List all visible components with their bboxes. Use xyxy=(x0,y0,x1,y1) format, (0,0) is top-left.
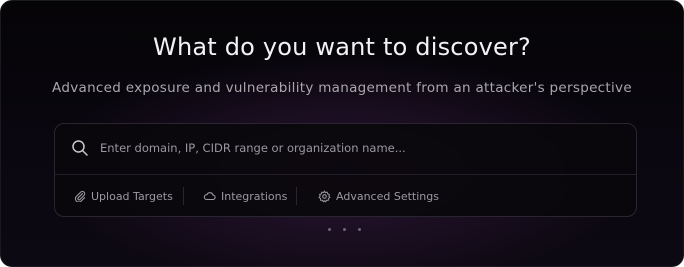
page-title: What do you want to discover? xyxy=(153,33,531,61)
integrations-button[interactable]: Integrations xyxy=(203,188,287,204)
advanced-settings-button[interactable]: Advanced Settings xyxy=(318,188,439,204)
gear-icon xyxy=(318,190,331,202)
cloud-icon xyxy=(203,192,216,201)
action-divider xyxy=(183,187,184,205)
carousel-dot[interactable] xyxy=(328,228,331,231)
search-row[interactable] xyxy=(55,124,636,175)
discover-panel: What do you want to discover? Advanced e… xyxy=(0,0,684,267)
page-subtitle: Advanced exposure and vulnerability mana… xyxy=(52,80,632,96)
action-divider xyxy=(296,187,297,205)
search-actions: Upload Targets Integrations Advanced Set… xyxy=(55,175,636,217)
search-card: Upload Targets Integrations Advanced Set… xyxy=(54,123,637,217)
integrations-label: Integrations xyxy=(221,189,288,203)
carousel-dot[interactable] xyxy=(358,228,361,231)
carousel-dot[interactable] xyxy=(343,228,346,231)
search-icon xyxy=(72,140,88,156)
search-input[interactable] xyxy=(100,138,600,158)
advanced-settings-label: Advanced Settings xyxy=(336,189,439,203)
upload-targets-button[interactable]: Upload Targets xyxy=(74,188,173,204)
upload-targets-label: Upload Targets xyxy=(91,189,173,203)
paperclip-icon xyxy=(74,190,86,202)
carousel-dots xyxy=(328,228,361,231)
